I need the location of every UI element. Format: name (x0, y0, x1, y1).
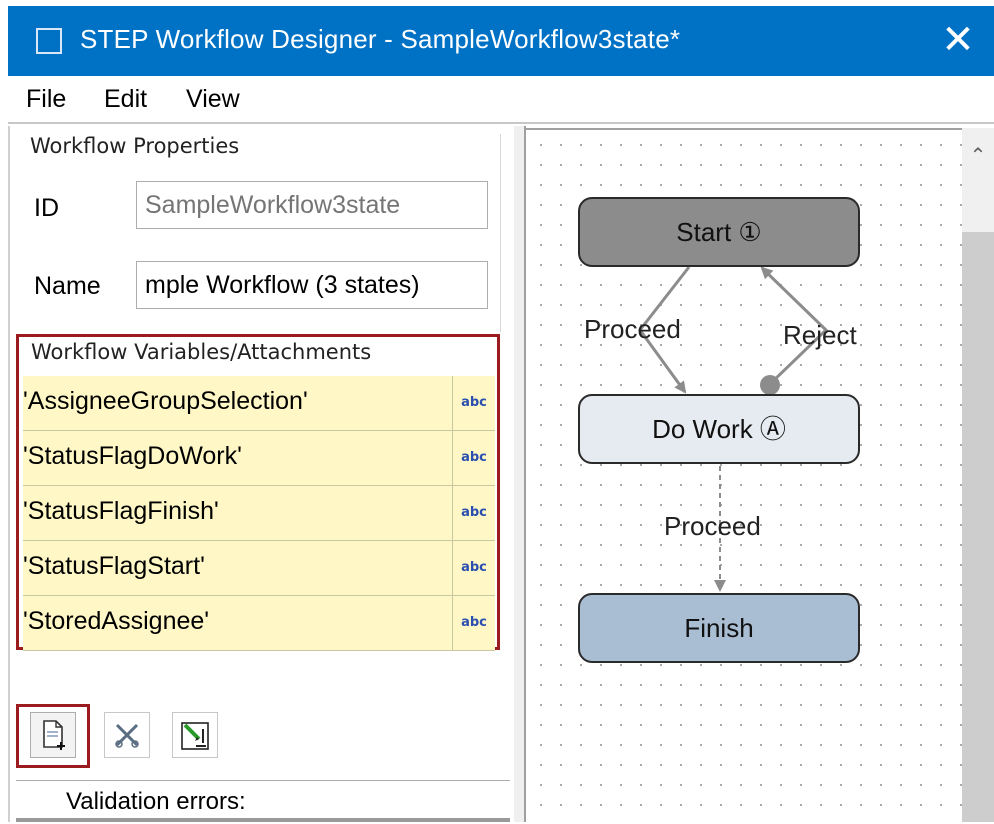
edge-handle[interactable] (760, 375, 780, 395)
scrollbar-thumb[interactable] (962, 232, 994, 822)
start-state-node[interactable]: Start ① (578, 197, 860, 267)
edge-label-proceed: Proceed (584, 314, 681, 344)
edge-label-proceed: Proceed (664, 511, 761, 541)
finish-state-node[interactable]: Finish (578, 593, 860, 663)
edge-label-reject: Reject (783, 320, 857, 350)
do-work-state-node[interactable]: Do Work Ⓐ (578, 394, 860, 464)
scroll-up-icon[interactable]: ⌃ (962, 136, 994, 176)
